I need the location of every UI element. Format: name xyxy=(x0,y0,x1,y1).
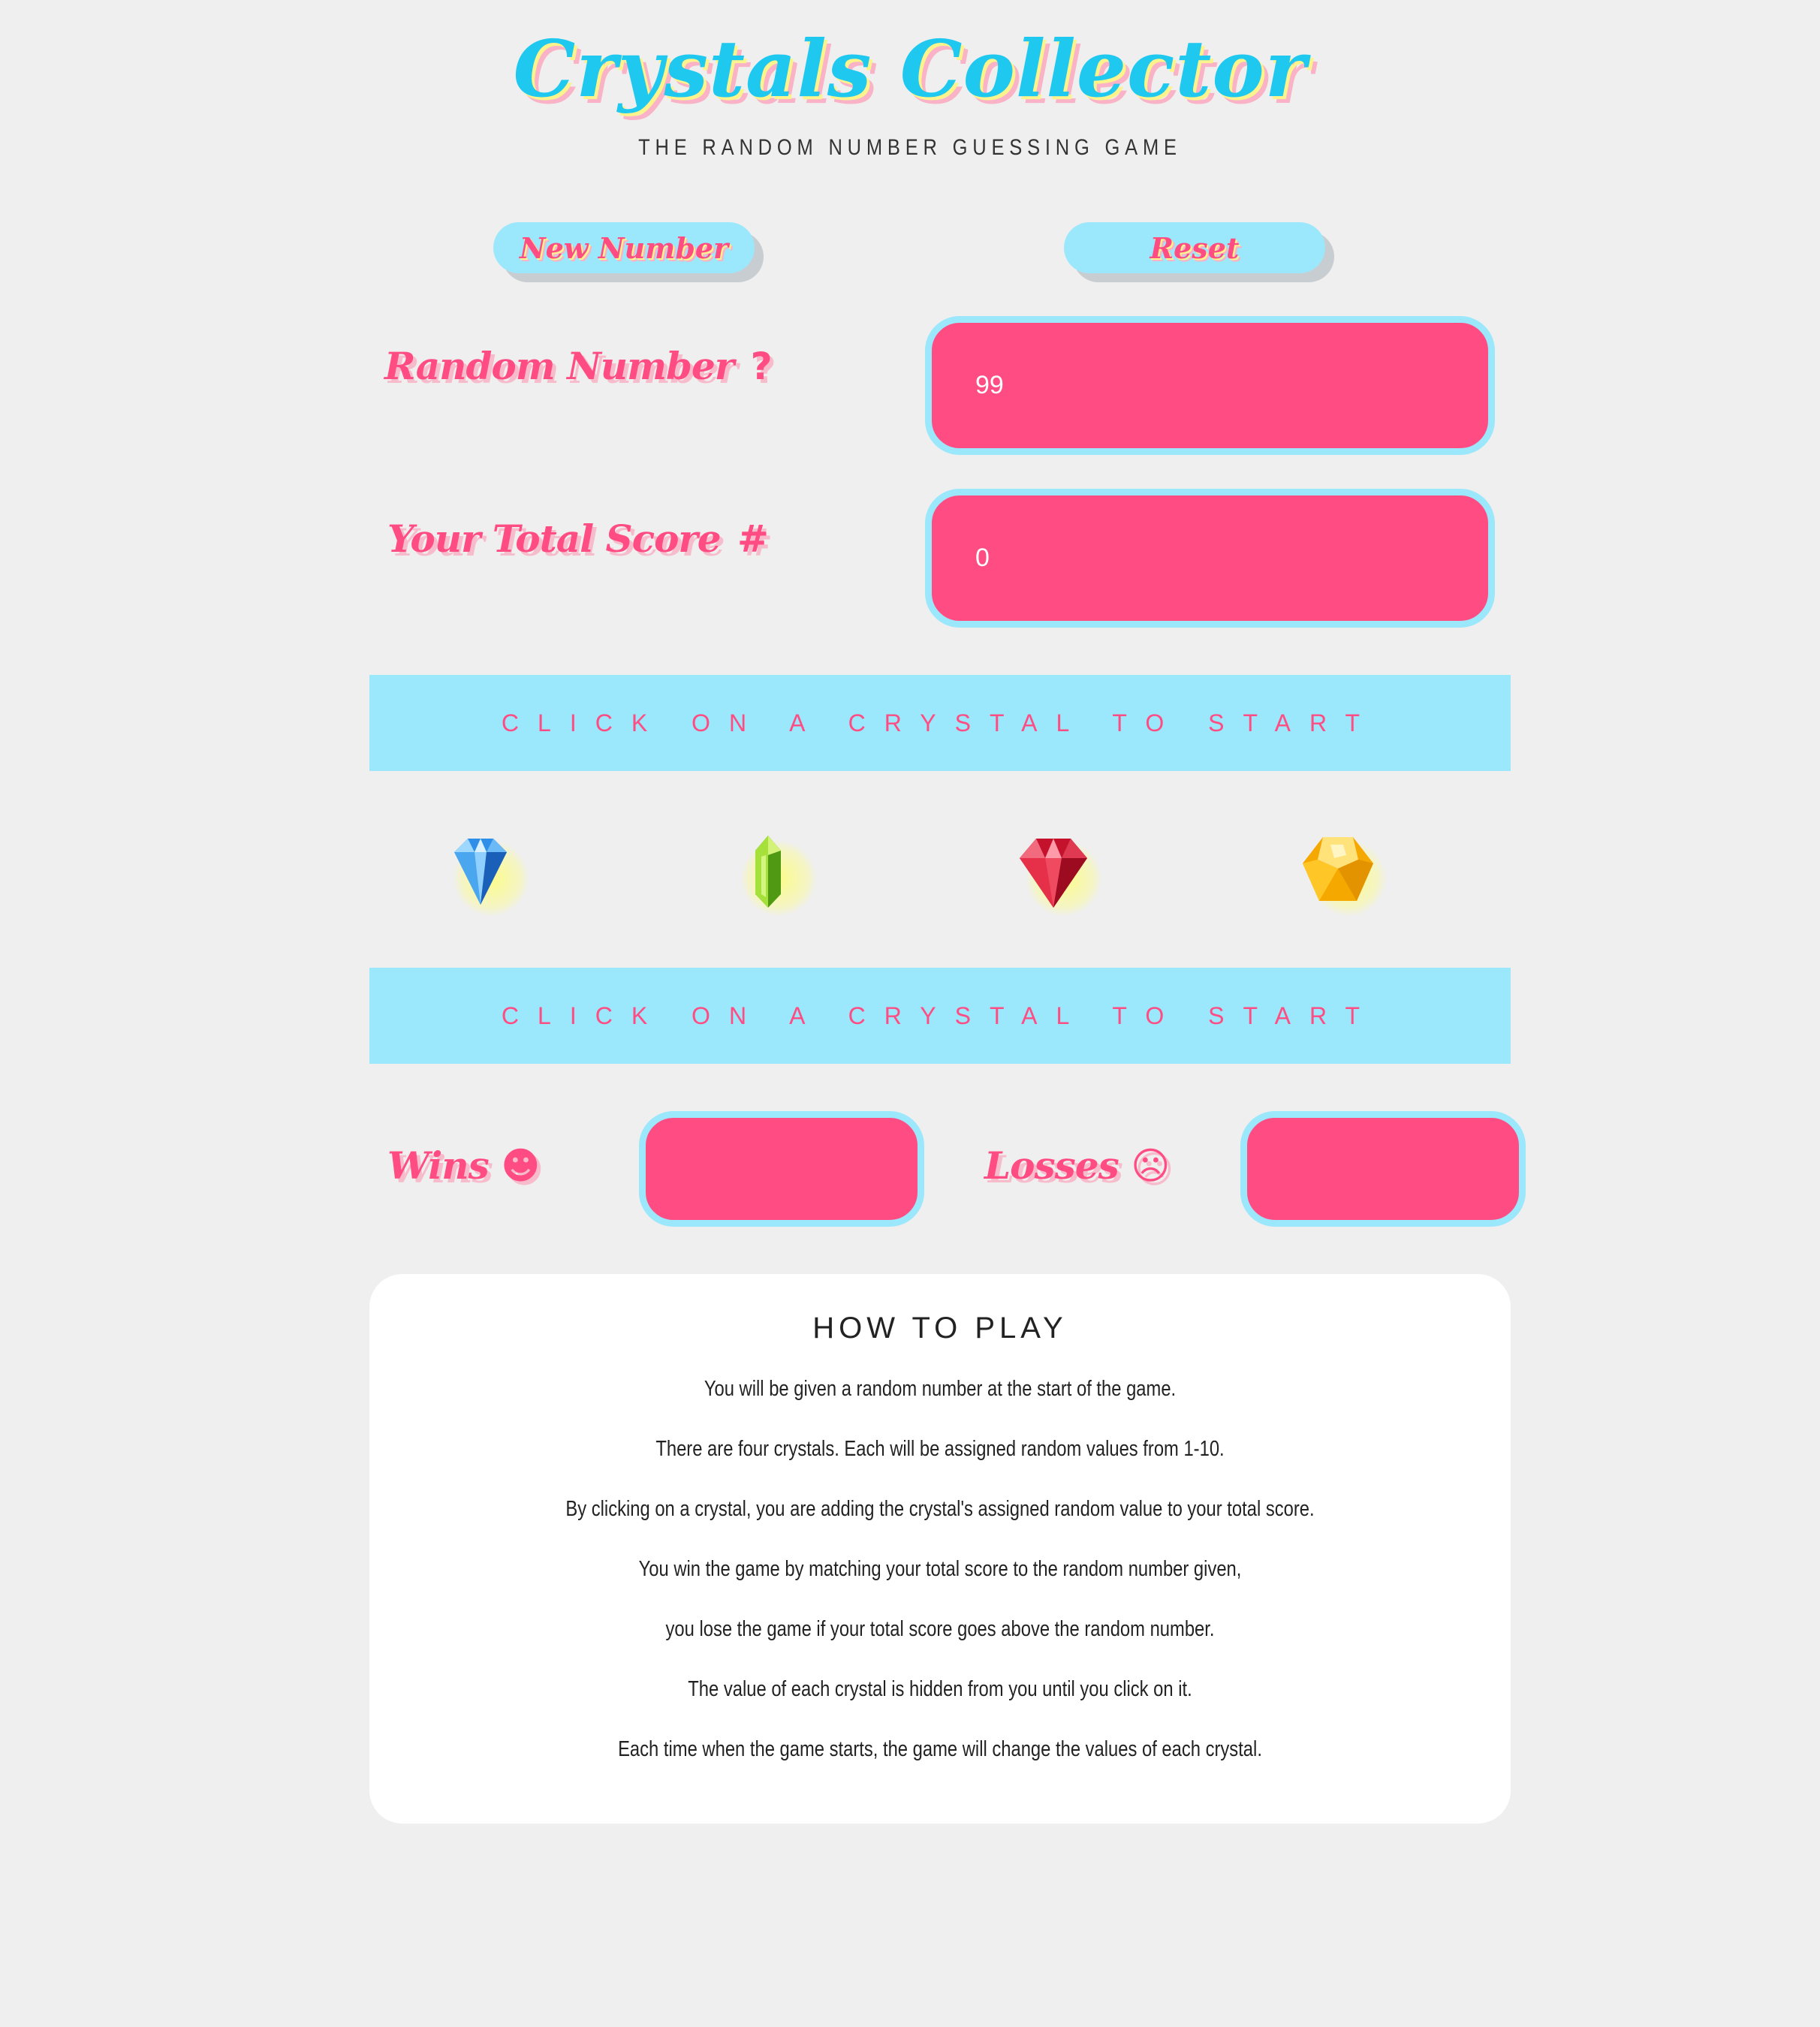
how-to-play-line: By clicking on a crystal, you are adding… xyxy=(565,1497,1315,1521)
total-score-display: 0 xyxy=(925,489,1495,628)
crystal-red[interactable] xyxy=(1008,826,1101,916)
random-number-label: Random Number ? xyxy=(384,344,773,388)
wins-label: Wins ☻ xyxy=(387,1143,540,1188)
total-score-label: Your Total Score # xyxy=(387,517,769,561)
frowning-face-icon: ☹ xyxy=(1131,1144,1170,1188)
yellow-gem-icon xyxy=(1303,837,1373,901)
total-score-label-text: Your Total Score xyxy=(387,517,722,561)
random-number-label-text: Random Number xyxy=(384,344,734,388)
blue-diamond-icon xyxy=(454,839,507,905)
smiling-face-icon: ☻ xyxy=(501,1144,540,1188)
how-to-play-line: you lose the game if your total score go… xyxy=(665,1617,1215,1641)
reset-button[interactable]: Reset xyxy=(1064,222,1325,273)
crystal-blue[interactable] xyxy=(435,826,529,916)
status-banner-bottom: CLICK ON A CRYSTAL TO START xyxy=(369,968,1511,1064)
how-to-play-line: There are four crystals. Each will be as… xyxy=(655,1437,1225,1461)
crystal-yellow[interactable] xyxy=(1293,826,1386,916)
wins-display xyxy=(639,1111,924,1227)
how-to-play-line: The value of each crystal is hidden from… xyxy=(688,1677,1192,1701)
hash-icon: # xyxy=(737,517,769,561)
losses-label: Losses ☹ xyxy=(984,1143,1170,1188)
losses-label-text: Losses xyxy=(984,1143,1119,1188)
how-to-play-line: You win the game by matching your total … xyxy=(638,1557,1242,1581)
new-number-button[interactable]: New Number xyxy=(493,222,755,273)
wins-label-text: Wins xyxy=(387,1143,490,1188)
game-subtitle: THE RANDOM NUMBER GUESSING GAME xyxy=(638,135,1182,160)
how-to-play-heading: HOW TO PLAY xyxy=(812,1312,1068,1345)
crystal-green[interactable] xyxy=(723,826,816,916)
status-banner-top: CLICK ON A CRYSTAL TO START xyxy=(369,675,1511,771)
how-to-play-panel: HOW TO PLAY You will be given a random n… xyxy=(369,1274,1511,1824)
random-number-display: 99 xyxy=(925,316,1495,455)
game-title: Crystals Collector xyxy=(513,23,1307,115)
red-ruby-icon xyxy=(1020,839,1087,908)
question-mark-icon: ? xyxy=(750,345,773,388)
how-to-play-line: Each time when the game starts, the game… xyxy=(618,1737,1262,1761)
green-crystal-icon xyxy=(755,836,781,908)
how-to-play-line: You will be given a random number at the… xyxy=(704,1377,1177,1401)
losses-display xyxy=(1240,1111,1526,1227)
